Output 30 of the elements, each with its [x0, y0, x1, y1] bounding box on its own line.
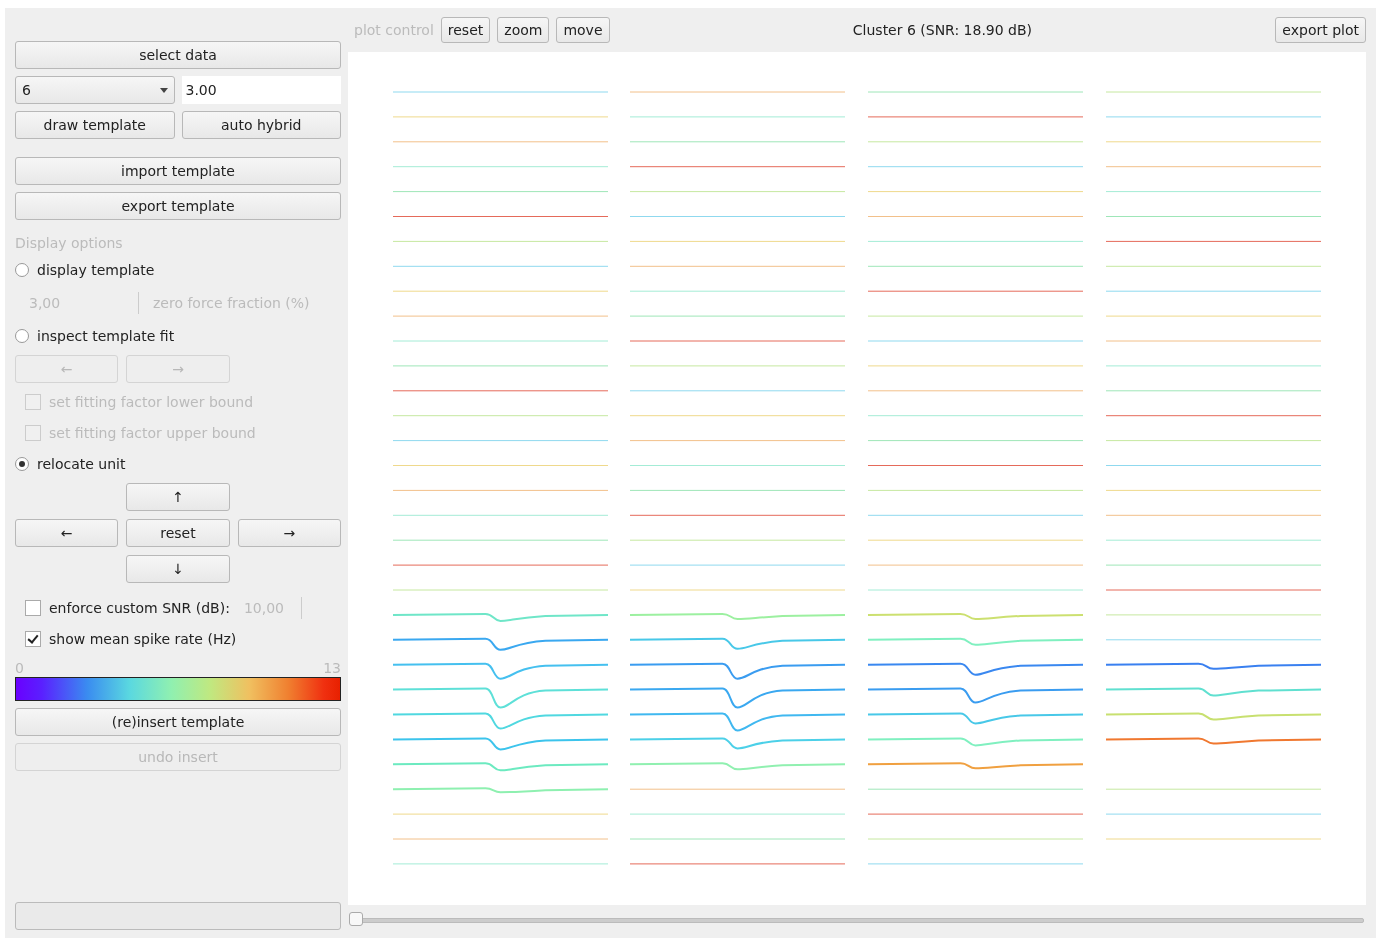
checkbox[interactable]	[25, 600, 41, 616]
template-button[interactable]: auto hybrid	[181, 111, 341, 139]
select-data-button[interactable]: select data	[15, 41, 341, 69]
plot-tool-button[interactable]: zoom	[497, 17, 550, 43]
plot-tool-button[interactable]: reset	[440, 17, 491, 43]
right-arrow-button[interactable]: →	[237, 519, 341, 547]
plot-tool-button[interactable]: move	[556, 17, 610, 43]
caret-icon	[159, 87, 168, 93]
radio-button[interactable]	[15, 457, 29, 471]
radio-button[interactable]	[15, 329, 29, 343]
threshold-field[interactable]: 3.00	[181, 76, 341, 104]
reset-button[interactable]: reset	[126, 519, 230, 547]
export-plot-button[interactable]: export plot	[1275, 17, 1366, 43]
export-template-button[interactable]: export template	[15, 192, 341, 220]
radio-button[interactable]	[15, 263, 29, 277]
plot-title: Cluster 6 (SNR: 18.90 dB)	[851, 22, 1034, 38]
down-arrow-button[interactable]: ↓	[126, 555, 230, 583]
reinsert-template-button[interactable]: (re)insert template	[15, 708, 341, 736]
left-arrow-button[interactable]: ←	[15, 519, 119, 547]
checkbox-label: enforce custom SNR (dB):	[49, 600, 230, 616]
slider-handle[interactable]	[349, 912, 363, 926]
checkbox-label: show mean spike rate (Hz)	[49, 631, 237, 647]
template-button[interactable]: draw template	[15, 111, 175, 139]
cluster-dropdown[interactable]: 6	[15, 76, 175, 104]
radio-label: display template	[37, 262, 155, 278]
radio-label: inspect template fit	[37, 328, 175, 344]
radio-label: relocate unit	[37, 456, 126, 472]
checkbox[interactable]	[25, 631, 41, 647]
import-template-button[interactable]: import template	[15, 157, 341, 185]
up-arrow-button[interactable]: ↑	[126, 483, 230, 511]
